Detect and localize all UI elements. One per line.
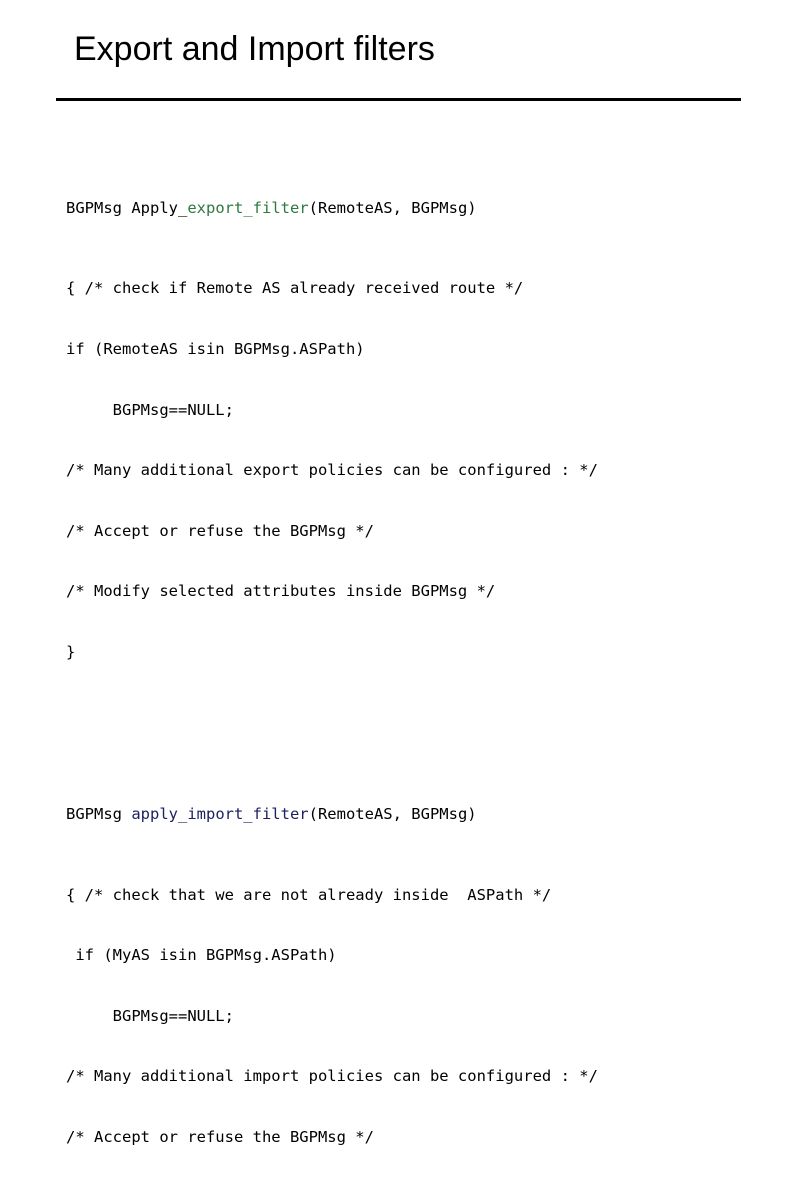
code-line: { /* check that we are not already insid… xyxy=(66,885,552,904)
code-line: BGPMsg==NULL; xyxy=(66,400,234,419)
export-function-signature: BGPMsg Apply_export_filter(RemoteAS, BGP… xyxy=(66,198,766,218)
code-line: /* Many additional import policies can b… xyxy=(66,1067,598,1086)
page-title: Export and Import filters xyxy=(74,30,435,68)
code-line: BGPMsg==NULL; xyxy=(66,1006,234,1025)
code-line: } xyxy=(66,643,76,662)
code-line: /* Accept or refuse the BGPMsg */ xyxy=(66,1127,374,1146)
code-line: if (RemoteAS isin BGPMsg.ASPath) xyxy=(66,340,365,359)
code-line: /* Modify selected attributes inside BGP… xyxy=(66,1188,766,1190)
code-line: /* Accept or refuse the BGPMsg */ xyxy=(66,521,374,540)
slide: Export and Import filters BGPMsg Apply_e… xyxy=(0,0,794,1190)
code-line: /* Modify selected attributes inside BGP… xyxy=(66,582,496,601)
code-block: BGPMsg Apply_export_filter(RemoteAS, BGP… xyxy=(66,137,766,1190)
export-signature-prefix: BGPMsg Apply_ xyxy=(66,198,188,217)
code-line: { /* check if Remote AS already received… xyxy=(66,279,524,298)
import-signature-prefix: BGPMsg xyxy=(66,804,132,823)
code-line: /* Many additional export policies can b… xyxy=(66,461,598,480)
import-function-signature: BGPMsg apply_import_filter(RemoteAS, BGP… xyxy=(66,804,766,824)
import-signature-suffix: (RemoteAS, BGPMsg) xyxy=(308,804,477,823)
title-divider xyxy=(56,98,741,101)
export-signature-suffix: (RemoteAS, BGPMsg) xyxy=(308,198,477,217)
code-line: if (MyAS isin BGPMsg.ASPath) xyxy=(66,946,337,965)
export-filter-token: export_filter xyxy=(187,198,309,217)
import-filter-token: apply_import_filter xyxy=(131,804,309,823)
